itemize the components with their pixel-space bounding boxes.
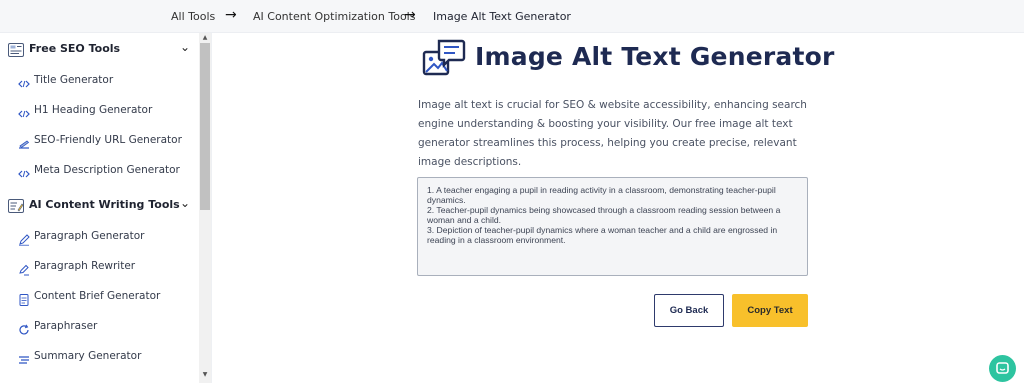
page-title: Image Alt Text Generator [475,42,835,71]
refresh-icon [18,321,30,335]
sidebar-category-label: AI Content Writing Tools [29,198,180,211]
code-icon [18,165,30,178]
summary-icon [18,351,30,364]
alt-text-option: 3. Depiction of teacher-pupil dynamics w… [427,225,778,245]
sidebar-scrollbar[interactable]: ▲ ▼ [199,33,211,383]
sidebar-item-meta-description-generator[interactable]: Meta Description Generator [18,162,196,182]
chevron-down-icon[interactable]: ⌄ [180,196,190,210]
sidebar-item-label: H1 Heading Generator [34,104,153,116]
arrow-right-icon: → [404,7,416,23]
scrollbar-thumb[interactable] [200,43,210,210]
sidebar-item-seo-friendly-url-generator[interactable]: SEO-Friendly URL Generator [18,132,196,152]
sidebar-item-paragraph-generator[interactable]: Paragraph Generator [18,228,196,248]
sidebar-item-paraphraser[interactable]: Paraphraser [18,318,196,338]
url-icon [18,135,30,149]
intro-paragraph: Image alt text is crucial for SEO & webs… [418,99,807,168]
sidebar-category-label: Free SEO Tools [29,42,121,55]
alt-text-option: 2. Teacher-pupil dynamics being showcase… [427,205,781,225]
chat-widget-button[interactable] [989,355,1016,382]
breadcrumb-ai-content-optimization-tools[interactable]: AI Content Optimization Tools [253,10,415,23]
copy-text-button[interactable]: Copy Text [732,294,808,327]
code-icon [18,75,30,88]
sidebar-item-label: Title Generator [34,74,114,86]
sidebar-item-label: Paragraph Rewriter [34,260,136,272]
go-back-button[interactable]: Go Back [654,294,724,327]
scroll-up-arrow-icon[interactable]: ▲ [201,34,209,42]
sidebar-item-summary-generator[interactable]: Summary Generator [18,348,196,368]
sidebar-item-label: Content Brief Generator [34,290,161,302]
sidebar-item-label: Paraphraser [34,320,98,332]
content-writing-icon [8,198,24,213]
sidebar-category-free-seo-tools[interactable]: Free SEO Tools ⌄ [8,39,196,63]
breadcrumb-all-tools[interactable]: All Tools [171,10,215,23]
chevron-down-icon[interactable]: ⌄ [180,40,190,54]
chat-icon [996,362,1009,374]
sidebar-item-label: SEO-Friendly URL Generator [34,134,182,146]
sidebar-item-label: Summary Generator [34,350,142,362]
breadcrumb: All Tools → AI Content Optimization Tool… [0,0,1024,33]
rewrite-icon [18,261,30,276]
sidebar-item-paragraph-rewriter[interactable]: Paragraph Rewriter [18,258,196,278]
sidebar-item-content-brief-generator[interactable]: Content Brief Generator [18,288,196,308]
scroll-down-arrow-icon[interactable]: ▼ [201,371,209,379]
breadcrumb-current-page: Image Alt Text Generator [433,10,571,23]
code-icon [18,105,30,118]
sidebar-item-title-generator[interactable]: Title Generator [18,72,196,92]
sidebar-item-h1-heading-generator[interactable]: H1 Heading Generator [18,102,196,122]
alt-text-option: 1. A teacher engaging a pupil in reading… [427,185,776,205]
sidebar-item-label: Meta Description Generator [34,164,180,176]
pen-icon [18,231,30,246]
sidebar: Free SEO Tools ⌄ Title Generator H1 Head… [0,33,212,383]
alt-text-output[interactable]: 1. A teacher engaging a pupil in reading… [417,177,808,276]
sidebar-category-ai-content-writing-tools[interactable]: AI Content Writing Tools ⌄ [8,195,196,219]
image-chat-icon [422,38,466,78]
sidebar-item-label: Paragraph Generator [34,230,145,242]
seo-tools-icon [8,42,24,57]
arrow-right-icon: → [225,7,237,23]
document-icon [18,291,30,306]
